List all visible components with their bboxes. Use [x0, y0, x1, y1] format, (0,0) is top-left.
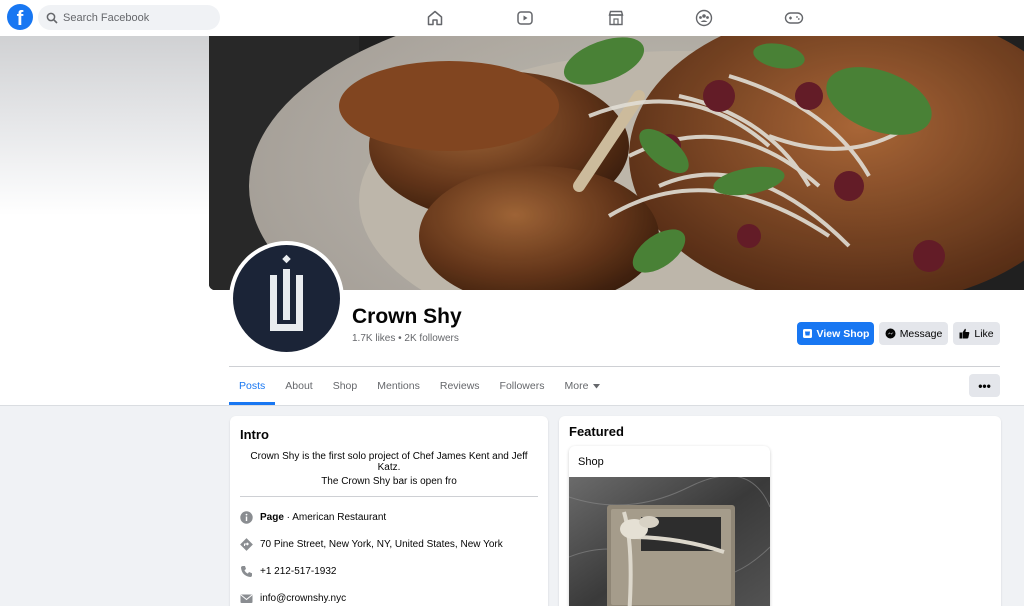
- tab-posts-label: Posts: [239, 380, 266, 392]
- gaming-icon[interactable]: [782, 6, 806, 30]
- featured-card: Featured Shop: [559, 416, 1001, 606]
- header-bottom-border: [0, 405, 1024, 406]
- groups-icon[interactable]: [692, 6, 716, 30]
- email-icon: [240, 592, 253, 605]
- view-shop-label: View Shop: [816, 327, 870, 340]
- more-options-label: •••: [978, 378, 991, 393]
- intro-separator: [240, 496, 538, 497]
- featured-shop-label: Shop: [578, 456, 604, 468]
- thumbs-up-icon: [959, 328, 970, 339]
- phone-icon: [240, 565, 253, 578]
- intro-card: Intro Crown Shy is the first solo projec…: [230, 416, 548, 606]
- tab-shop-label: Shop: [332, 380, 358, 392]
- facebook-logo-icon[interactable]: f: [7, 4, 33, 30]
- tab-followers[interactable]: Followers: [490, 367, 555, 405]
- page-type-value: · American Restaurant: [283, 512, 387, 523]
- view-shop-button[interactable]: View Shop: [797, 322, 874, 345]
- info-address[interactable]: 70 Pine Street, New York, NY, United Sta…: [240, 538, 503, 551]
- page-avatar[interactable]: [233, 245, 340, 352]
- home-icon[interactable]: [423, 6, 447, 30]
- crown-shy-logo-icon: [270, 254, 303, 331]
- cover-photo[interactable]: [209, 36, 1024, 290]
- intro-bio: Crown Shy is the first solo project of C…: [250, 451, 528, 473]
- tab-mentions[interactable]: Mentions: [367, 367, 430, 405]
- tab-mentions-label: Mentions: [377, 380, 420, 392]
- intro-title: Intro: [240, 427, 269, 442]
- search-input[interactable]: [63, 11, 203, 24]
- tab-more[interactable]: More: [554, 367, 610, 405]
- info-page-type: Page · American Restaurant: [240, 511, 386, 524]
- info-email[interactable]: info@crownshy.nyc: [240, 592, 346, 605]
- directions-icon: [240, 538, 253, 551]
- tab-about-label: About: [285, 380, 313, 392]
- phone-text: +1 212-517-1932: [260, 566, 337, 577]
- page-title: Crown Shy: [352, 305, 462, 328]
- tab-more-label: More: [564, 380, 589, 392]
- page-type-label: Page: [260, 512, 284, 523]
- info-phone[interactable]: +1 212-517-1932: [240, 565, 336, 578]
- messenger-icon: [885, 328, 896, 339]
- tab-shop[interactable]: Shop: [323, 367, 368, 405]
- top-navigation-bar: f: [0, 0, 1024, 36]
- page-tabs: Posts About Shop Mentions Reviews Follow…: [229, 367, 610, 405]
- tab-followers-label: Followers: [499, 380, 545, 392]
- featured-title: Featured: [569, 424, 624, 439]
- like-label: Like: [974, 327, 994, 340]
- intro-bar-text: The Crown Shy bar is open fro: [321, 476, 457, 487]
- cover-side-gradient: [0, 36, 209, 216]
- email-text: info@crownshy.nyc: [260, 593, 347, 604]
- search-box[interactable]: [38, 5, 220, 30]
- tab-about[interactable]: About: [275, 367, 322, 405]
- message-label: Message: [899, 327, 943, 340]
- page-stats: 1.7K likes • 2K followers: [352, 333, 459, 344]
- shop-icon: [802, 329, 812, 338]
- featured-shop-image: [569, 475, 770, 606]
- marketplace-icon[interactable]: [604, 6, 628, 30]
- featured-shop-card[interactable]: Shop: [569, 446, 770, 606]
- tab-reviews-label: Reviews: [439, 380, 480, 392]
- search-icon: [46, 12, 58, 24]
- more-options-button[interactable]: •••: [969, 374, 1000, 397]
- info-icon: [240, 511, 253, 524]
- address-text: 70 Pine Street, New York, NY, United Sta…: [260, 539, 503, 550]
- caret-down-icon: [593, 383, 601, 388]
- watch-icon[interactable]: [513, 6, 537, 30]
- message-button[interactable]: Message: [879, 322, 948, 345]
- like-button[interactable]: Like: [953, 322, 1000, 345]
- tab-reviews[interactable]: Reviews: [430, 367, 490, 405]
- tab-posts[interactable]: Posts: [229, 367, 276, 405]
